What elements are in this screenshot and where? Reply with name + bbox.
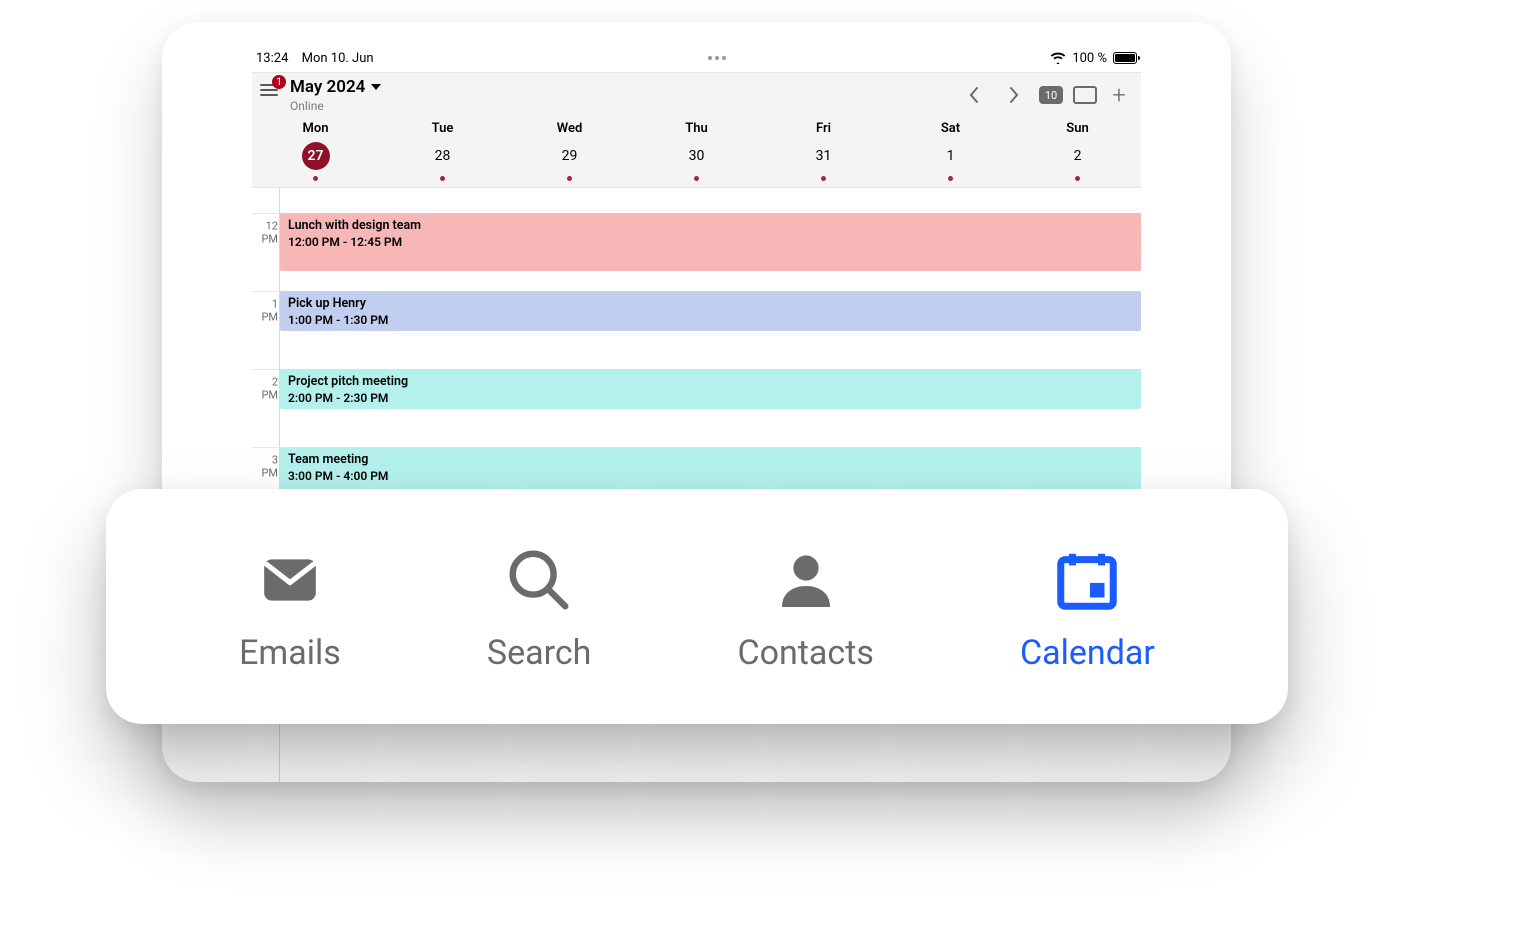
day-column-thu[interactable]: Thu 30: [633, 121, 760, 181]
battery-percent: 100 %: [1072, 51, 1107, 66]
statusbar-time: 13:24: [256, 51, 288, 66]
day-of-week-label: Tue: [432, 121, 454, 136]
event-indicator-dot: [567, 176, 572, 181]
hour-label: 2PM: [252, 376, 280, 401]
tab-label: Emails: [239, 633, 341, 673]
event-indicator-dot: [313, 176, 318, 181]
event-title: Project pitch meeting: [288, 374, 1133, 389]
day-column-tue[interactable]: Tue 28: [379, 121, 506, 181]
calendar-header: 1 May 2024 Online: [252, 72, 1141, 188]
day-column-fri[interactable]: Fri 31: [760, 121, 887, 181]
event-title: Lunch with design team: [288, 218, 1133, 233]
event-time: 3:00 PM - 4:00 PM: [288, 469, 1133, 483]
chevron-right-icon: [1008, 86, 1020, 104]
emails-icon: [251, 541, 329, 619]
tab-label: Search: [487, 633, 591, 673]
ios-status-bar: 13:24 Mon 10. Jun 100 %: [252, 44, 1141, 72]
connection-status: Online: [290, 99, 381, 113]
event-time: 1:00 PM - 1:30 PM: [288, 313, 1133, 327]
hour-label: 1PM: [252, 298, 280, 323]
day-column-wed[interactable]: Wed 29: [506, 121, 633, 181]
chevron-down-icon: [371, 84, 381, 90]
day-number: 30: [683, 142, 711, 170]
day-number: 1: [937, 142, 965, 170]
statusbar-right: 100 %: [1050, 51, 1137, 66]
chevron-left-icon: [968, 86, 980, 104]
day-number: 27: [302, 142, 330, 170]
day-column-sat[interactable]: Sat 1: [887, 121, 1014, 181]
next-week-button[interactable]: [999, 80, 1029, 110]
view-mode-button[interactable]: [1073, 86, 1097, 104]
statusbar-left: 13:24 Mon 10. Jun: [256, 51, 384, 66]
event-title: Team meeting: [288, 452, 1133, 467]
event-time: 2:00 PM - 2:30 PM: [288, 391, 1133, 405]
event-indicator-dot: [821, 176, 826, 181]
event-time: 12:00 PM - 12:45 PM: [288, 235, 1133, 249]
day-column-sun[interactable]: Sun 2: [1014, 121, 1141, 181]
day-of-week-label: Sun: [1066, 121, 1088, 136]
calendar-event[interactable]: Lunch with design team 12:00 PM - 12:45 P…: [280, 213, 1141, 271]
day-of-week-label: Fri: [816, 121, 831, 136]
day-number: 2: [1064, 142, 1092, 170]
wifi-icon: [1050, 52, 1066, 64]
day-of-week-label: Thu: [685, 121, 708, 136]
day-of-week-label: Sat: [941, 121, 960, 136]
month-title: May 2024: [290, 77, 365, 97]
contacts-icon: [767, 541, 845, 619]
calendar-event[interactable]: Pick up Henry 1:00 PM - 1:30 PM: [280, 291, 1141, 331]
day-number: 31: [810, 142, 838, 170]
day-of-week-label: Wed: [557, 121, 583, 136]
add-event-button[interactable]: +: [1107, 81, 1131, 109]
menu-badge: 1: [272, 75, 286, 89]
view-days-badge[interactable]: 10: [1039, 86, 1063, 104]
month-picker[interactable]: May 2024: [290, 77, 381, 97]
statusbar-handle-dots: [708, 56, 726, 60]
tab-search[interactable]: Search: [487, 541, 591, 673]
event-indicator-dot: [1075, 176, 1080, 181]
calendar-icon: [1048, 541, 1126, 619]
hour-label: 12PM: [252, 220, 280, 245]
day-of-week-label: Mon: [303, 121, 329, 136]
calendar-event[interactable]: Project pitch meeting 2:00 PM - 2:30 PM: [280, 369, 1141, 409]
day-number: 29: [556, 142, 584, 170]
battery-icon: [1113, 52, 1137, 64]
statusbar-date: Mon 10. Jun: [302, 51, 374, 66]
event-indicator-dot: [694, 176, 699, 181]
tab-bar: Emails Search Contacts Calendar: [106, 489, 1288, 724]
tab-label: Contacts: [737, 633, 873, 673]
event-indicator-dot: [948, 176, 953, 181]
tab-contacts[interactable]: Contacts: [737, 541, 873, 673]
event-title: Pick up Henry: [288, 296, 1133, 311]
hour-label: 3PM: [252, 454, 280, 479]
search-icon: [500, 541, 578, 619]
tab-calendar[interactable]: Calendar: [1020, 541, 1155, 673]
prev-week-button[interactable]: [959, 80, 989, 110]
event-indicator-dot: [440, 176, 445, 181]
weekday-header: Mon 27 Tue 28 Wed 29 Thu 30 Fri 31 Sat 1 Sun 2: [252, 113, 1141, 187]
menu-button[interactable]: 1: [256, 77, 282, 103]
tab-label: Calendar: [1020, 633, 1155, 673]
day-column-mon[interactable]: Mon 27: [252, 121, 379, 181]
day-number: 28: [429, 142, 457, 170]
tab-emails[interactable]: Emails: [239, 541, 341, 673]
